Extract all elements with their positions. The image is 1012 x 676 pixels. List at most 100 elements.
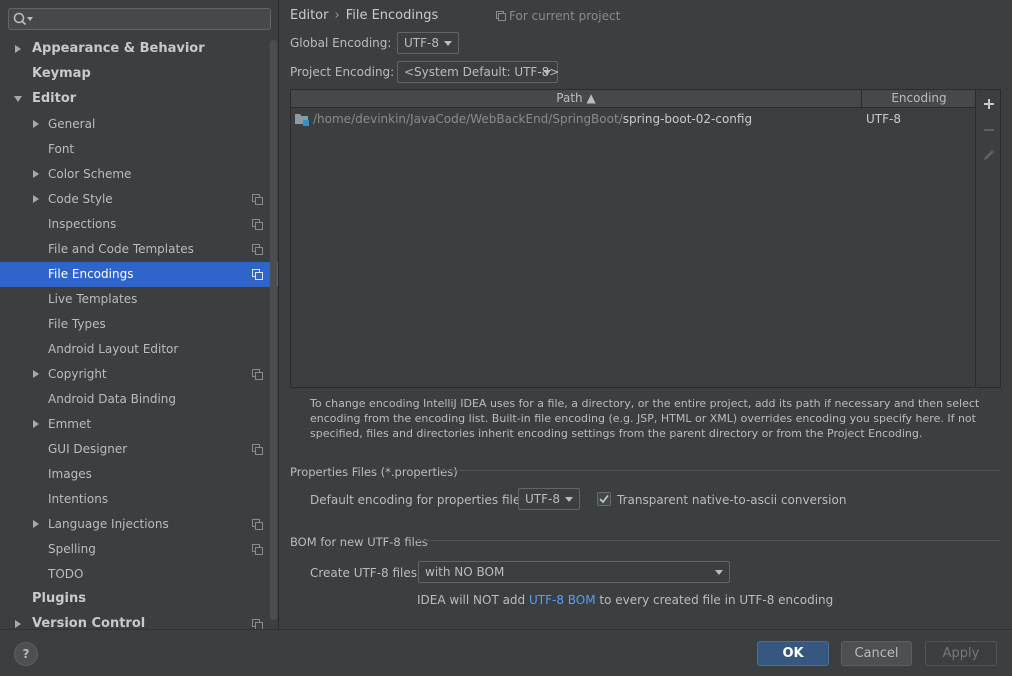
table-header: Path ▲ Encoding <box>291 90 975 108</box>
sidebar-item-label: Spelling <box>48 542 96 556</box>
sidebar-item-label: Images <box>48 467 92 481</box>
sidebar-item-appearance-behavior[interactable]: Appearance & Behavior <box>0 37 278 62</box>
sidebar-item-general[interactable]: General <box>0 112 278 137</box>
project-scope-icon <box>252 519 263 530</box>
sidebar-item-inspections[interactable]: Inspections <box>0 212 278 237</box>
breadcrumb-separator: › <box>334 8 340 23</box>
edit-icon[interactable] <box>982 148 996 162</box>
project-scope-icon <box>252 269 263 280</box>
chevron-down-icon <box>543 70 551 75</box>
remove-icon[interactable] <box>982 123 996 137</box>
collapsed-arrow-icon[interactable] <box>13 44 23 54</box>
project-scope-icon <box>252 369 263 380</box>
chevron-down-icon <box>565 497 573 502</box>
sidebar-item-label: Appearance & Behavior <box>32 41 205 56</box>
encoding-cell[interactable]: UTF-8 <box>866 112 901 126</box>
sidebar-item-label: Inspections <box>48 217 117 231</box>
section-divider <box>416 540 1000 541</box>
project-scope-icon <box>252 544 263 555</box>
breadcrumb: Editor › File Encodings <box>290 8 438 23</box>
global-encoding-select[interactable]: UTF-8 <box>397 32 459 54</box>
sidebar-item-label: GUI Designer <box>48 442 128 456</box>
sidebar-item-label: Keymap <box>32 66 91 81</box>
global-encoding-value: UTF-8 <box>404 36 439 50</box>
path-prefix: /home/devinkin/JavaCode/WebBackEnd/Sprin… <box>313 112 623 126</box>
sidebar-item-images[interactable]: Images <box>0 462 278 487</box>
sidebar-item-version-control[interactable]: Version Control <box>0 612 278 629</box>
sidebar-item-label: Copyright <box>48 367 107 381</box>
ok-button[interactable]: OK <box>757 641 829 666</box>
sidebar-item-android-layout-editor[interactable]: Android Layout Editor <box>0 337 278 362</box>
path-cell: /home/devinkin/JavaCode/WebBackEnd/Sprin… <box>313 112 752 126</box>
sidebar-item-keymap[interactable]: Keymap <box>0 62 278 87</box>
sidebar-item-label: Android Layout Editor <box>48 342 179 356</box>
collapsed-arrow-icon[interactable] <box>31 369 41 379</box>
bom-note-suffix: to every created file in UTF-8 encoding <box>595 593 834 607</box>
bom-note-prefix: IDEA will NOT add <box>417 593 529 607</box>
breadcrumb-parent[interactable]: Editor <box>290 8 328 23</box>
sidebar-item-label: Color Scheme <box>48 167 132 181</box>
scope-note-text: For current project <box>509 9 621 23</box>
sidebar-item-label: File and Code Templates <box>48 242 194 256</box>
sidebar-item-live-templates[interactable]: Live Templates <box>0 287 278 312</box>
sidebar-item-file-types[interactable]: File Types <box>0 312 278 337</box>
sidebar-item-file-encodings[interactable]: File Encodings <box>0 262 278 287</box>
sidebar-item-label: Live Templates <box>48 292 138 306</box>
sidebar-item-editor[interactable]: Editor <box>0 87 278 112</box>
sidebar-item-label: General <box>48 117 96 131</box>
table-row[interactable]: /home/devinkin/JavaCode/WebBackEnd/Sprin… <box>291 109 975 129</box>
project-scope-icon <box>252 244 263 255</box>
collapsed-arrow-icon[interactable] <box>31 119 41 129</box>
module-folder-icon <box>295 114 309 126</box>
column-header-path[interactable]: Path ▲ <box>291 90 862 108</box>
apply-button[interactable]: Apply <box>925 641 997 666</box>
project-encoding-select[interactable]: <System Default: UTF-8> <box>397 61 559 83</box>
collapsed-arrow-icon[interactable] <box>31 419 41 429</box>
help-button[interactable]: ? <box>14 642 38 666</box>
collapsed-arrow-icon[interactable] <box>13 619 23 629</box>
sidebar-item-label: Font <box>48 142 75 156</box>
sidebar-item-label: Plugins <box>32 591 86 606</box>
sidebar-item-label: Emmet <box>48 417 92 431</box>
sidebar-item-label: Version Control <box>32 616 146 629</box>
collapsed-arrow-icon[interactable] <box>31 169 41 179</box>
chevron-down-icon <box>444 41 452 46</box>
sidebar-scrollbar[interactable] <box>270 40 277 620</box>
add-icon[interactable] <box>982 97 996 111</box>
sidebar-item-intentions[interactable]: Intentions <box>0 487 278 512</box>
native-to-ascii-label[interactable]: Transparent native-to-ascii conversion <box>617 493 846 507</box>
path-name: spring-boot-02-config <box>622 112 753 126</box>
sidebar-item-gui-designer[interactable]: GUI Designer <box>0 437 278 462</box>
project-scope-icon <box>496 11 506 21</box>
table-toolbar <box>977 89 1001 388</box>
utf8-bom-link[interactable]: UTF-8 BOM <box>529 593 596 607</box>
encoding-hint: To change encoding IntelliJ IDEA uses fo… <box>310 397 980 440</box>
sidebar-item-color-scheme[interactable]: Color Scheme <box>0 162 278 187</box>
dialog-footer: ? OK Cancel Apply <box>0 629 1012 676</box>
sidebar-item-todo[interactable]: TODO <box>0 562 278 587</box>
bom-note: IDEA will NOT add UTF-8 BOM to every cre… <box>417 593 833 607</box>
search-input[interactable] <box>8 8 271 30</box>
sidebar-item-spelling[interactable]: Spelling <box>0 537 278 562</box>
bom-select[interactable]: with NO BOM <box>418 561 730 583</box>
sidebar-item-copyright[interactable]: Copyright <box>0 362 278 387</box>
sidebar-item-label: Language Injections <box>48 517 169 531</box>
column-header-encoding[interactable]: Encoding <box>862 90 976 108</box>
section-divider <box>440 470 1000 471</box>
expanded-arrow-icon[interactable] <box>13 94 23 104</box>
sidebar-item-plugins[interactable]: Plugins <box>0 587 278 612</box>
sidebar-item-android-data-binding[interactable]: Android Data Binding <box>0 387 278 412</box>
bom-section-title: BOM for new UTF-8 files <box>290 535 428 549</box>
project-encoding-label: Project Encoding: <box>290 65 395 79</box>
sidebar-item-font[interactable]: Font <box>0 137 278 162</box>
create-utf8-label: Create UTF-8 files: <box>310 566 422 580</box>
collapsed-arrow-icon[interactable] <box>31 519 41 529</box>
sidebar-item-emmet[interactable]: Emmet <box>0 412 278 437</box>
sidebar-item-code-style[interactable]: Code Style <box>0 187 278 212</box>
collapsed-arrow-icon[interactable] <box>31 194 41 204</box>
cancel-button[interactable]: Cancel <box>841 641 912 666</box>
native-to-ascii-checkbox[interactable] <box>597 492 611 506</box>
sidebar-item-language-injections[interactable]: Language Injections <box>0 512 278 537</box>
properties-encoding-select[interactable]: UTF-8 <box>518 488 580 510</box>
sidebar-item-file-and-code-templates[interactable]: File and Code Templates <box>0 237 278 262</box>
